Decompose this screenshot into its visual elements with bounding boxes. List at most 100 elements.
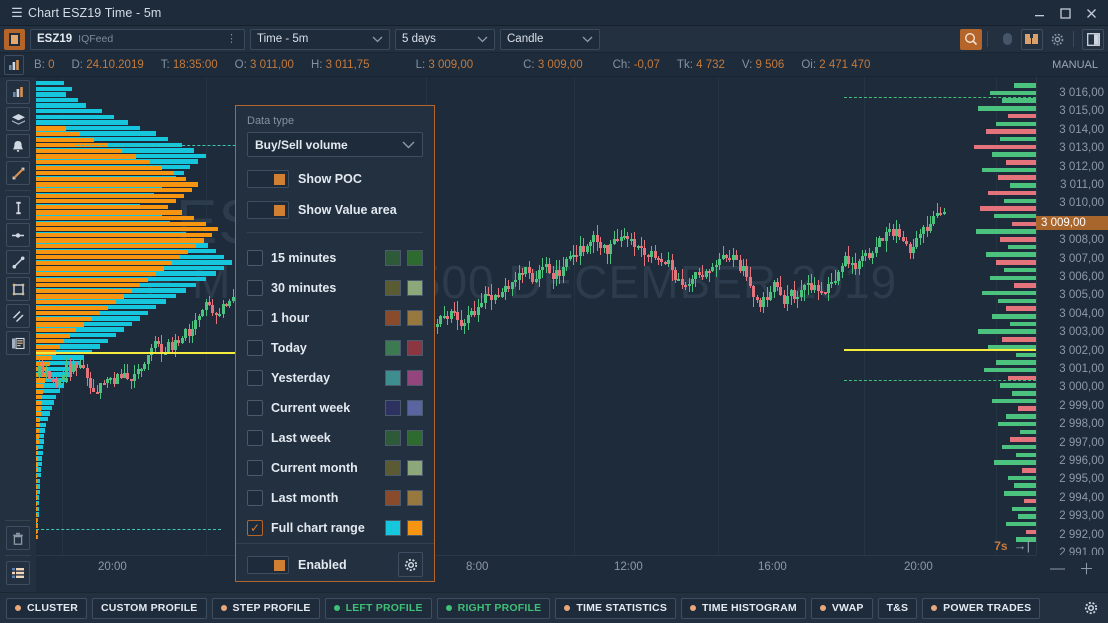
color-swatch-secondary[interactable] [407, 280, 423, 296]
chart-canvas[interactable]: ESZ19 E-MINI S&P 500 DECEMBER 2019 [36, 77, 1036, 555]
period-checkbox[interactable] [247, 250, 263, 266]
chart-type-select[interactable]: Candle [500, 29, 600, 50]
tab-left-profile[interactable]: LEFT PROFILE [325, 598, 432, 619]
color-swatch-secondary[interactable] [407, 310, 423, 326]
alert-bell-icon[interactable] [6, 134, 30, 158]
range-select[interactable]: 5 days [395, 29, 495, 50]
candle-body [191, 329, 194, 336]
color-swatch-primary[interactable] [385, 250, 401, 266]
color-swatch-primary[interactable] [385, 520, 401, 536]
zoom-in-button[interactable]: ＋ [1079, 558, 1094, 579]
color-swatch-secondary[interactable] [407, 340, 423, 356]
tab-vwap[interactable]: VWAP [811, 598, 873, 619]
workspace-icon[interactable] [4, 29, 25, 50]
info-field: V: 9 506 [742, 59, 784, 71]
period-label: Current week [271, 401, 350, 415]
color-swatch-secondary[interactable] [407, 520, 423, 536]
color-swatch-primary[interactable] [385, 370, 401, 386]
color-swatch-secondary[interactable] [407, 460, 423, 476]
gear-icon[interactable] [398, 552, 423, 577]
data-type-select[interactable]: Buy/Sell volume [247, 132, 423, 157]
timeframe-select[interactable]: Time - 5m [250, 29, 390, 50]
color-swatch-primary[interactable] [385, 310, 401, 326]
toggle-switch[interactable] [247, 201, 289, 219]
period-checkbox[interactable]: ✓ [247, 520, 263, 536]
trash-icon[interactable] [6, 526, 30, 550]
parallel-lines-icon[interactable] [6, 304, 30, 328]
mouse-cursor-icon[interactable] [996, 29, 1018, 50]
bottom-tab-bar: CLUSTERCUSTOM PROFILESTEP PROFILELEFT PR… [0, 592, 1108, 623]
time-axis[interactable]: 20:008:0012:0016:0020:00 [36, 555, 1036, 581]
period-checkbox[interactable] [247, 340, 263, 356]
tab-time-statistics[interactable]: TIME STATISTICS [555, 598, 676, 619]
gear-icon[interactable] [1080, 598, 1102, 619]
chart-settings-icon[interactable] [4, 55, 24, 75]
right-profile-bid-bar [1000, 137, 1036, 142]
maximize-button[interactable] [1052, 0, 1078, 26]
period-checkbox[interactable] [247, 400, 263, 416]
chart-indicator-icon[interactable] [6, 80, 30, 104]
tab-right-profile[interactable]: RIGHT PROFILE [437, 598, 551, 619]
tab-power-trades[interactable]: POWER TRADES [922, 598, 1040, 619]
period-checkbox[interactable] [247, 490, 263, 506]
color-swatch-primary[interactable] [385, 400, 401, 416]
period-checkbox[interactable] [247, 310, 263, 326]
color-swatch-secondary[interactable] [407, 400, 423, 416]
magnifier-search-icon[interactable] [960, 29, 982, 50]
color-swatch-secondary[interactable] [407, 370, 423, 386]
color-swatch-secondary[interactable] [407, 430, 423, 446]
scroll-to-latest-icon[interactable]: →| [1014, 538, 1030, 553]
right-panel-toggle-icon[interactable] [1082, 29, 1104, 50]
tab-cluster[interactable]: CLUSTER [6, 598, 87, 619]
candle-body [803, 285, 806, 290]
price-tick: 3 003,00 [1059, 326, 1104, 338]
tab-step-profile[interactable]: STEP PROFILE [212, 598, 320, 619]
close-button[interactable] [1078, 0, 1104, 26]
color-swatch-primary[interactable] [385, 280, 401, 296]
gear-icon[interactable] [1046, 29, 1068, 50]
tab-t-s[interactable]: T&S [878, 598, 918, 619]
color-swatches [385, 520, 423, 536]
color-swatch-primary[interactable] [385, 490, 401, 506]
tab-custom-profile[interactable]: CUSTOM PROFILE [92, 598, 207, 619]
color-swatch-secondary[interactable] [407, 250, 423, 266]
tab-time-histogram[interactable]: TIME HISTOGRAM [681, 598, 806, 619]
magnet-snap-icon[interactable] [6, 161, 30, 185]
color-swatch-primary[interactable] [385, 430, 401, 446]
profile-buy-bar [36, 87, 72, 91]
right-profile-ask-bar [1008, 114, 1036, 119]
layers-icon[interactable] [6, 107, 30, 131]
enabled-toggle[interactable] [247, 556, 289, 574]
minimize-button[interactable] [1026, 0, 1052, 26]
hamburger-icon[interactable]: ☰ [6, 5, 28, 21]
horizontal-line-icon[interactable] [6, 223, 30, 247]
profile-sell-bar [36, 210, 182, 214]
period-checkbox[interactable] [247, 460, 263, 476]
title-bar: ☰ Chart ESZ19 Time - 5m [0, 0, 1108, 26]
color-swatch-primary[interactable] [385, 340, 401, 356]
period-checkbox[interactable] [247, 430, 263, 446]
list-view-icon[interactable] [6, 561, 30, 585]
right-profile-bid-bar [1020, 430, 1036, 435]
zoom-out-button[interactable]: — [1050, 560, 1065, 577]
layout-split-icon[interactable] [1021, 29, 1043, 50]
symbol-input[interactable]: ESZ19 IQFeed ⋮ [30, 29, 245, 50]
price-axis[interactable]: 3 016,003 015,003 014,003 013,003 012,00… [1036, 77, 1108, 555]
period-checkbox[interactable] [247, 280, 263, 296]
candle-body [715, 265, 718, 267]
profile-sell-bar [36, 434, 39, 438]
right-profile-bid-bar [1004, 268, 1036, 273]
trend-line-icon[interactable] [6, 250, 30, 274]
toggle-switch[interactable] [247, 170, 289, 188]
profile-sell-bar [36, 423, 40, 427]
rail-bottom-group [0, 515, 36, 588]
period-checkbox[interactable] [247, 370, 263, 386]
vertical-line-icon[interactable] [6, 196, 30, 220]
text-note-icon[interactable] [6, 331, 30, 355]
rectangle-icon[interactable] [6, 277, 30, 301]
right-profile-bid-bar [998, 299, 1036, 304]
color-swatch-secondary[interactable] [407, 490, 423, 506]
color-swatch-primary[interactable] [385, 460, 401, 476]
symbol-menu-icon[interactable]: ⋮ [226, 36, 238, 43]
toggle-label: Show POC [298, 172, 362, 186]
